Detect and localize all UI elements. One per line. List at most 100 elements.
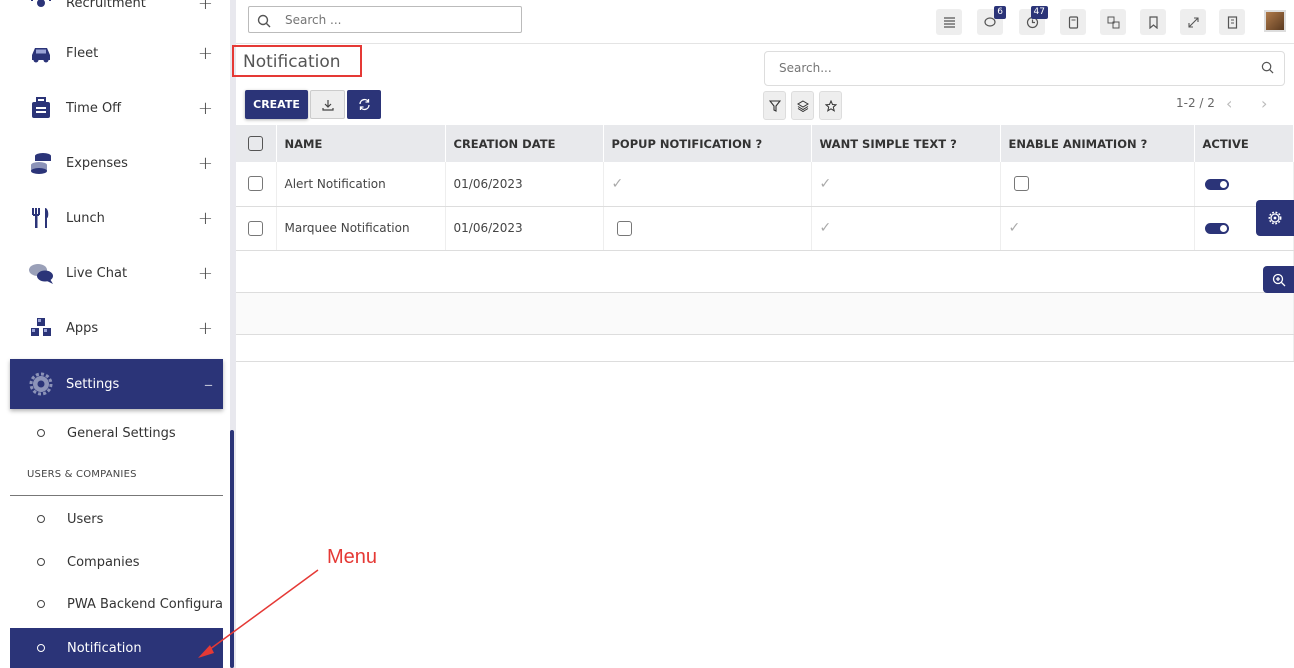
sidebar-item-label: Recruitment: [66, 0, 146, 11]
popup-checkbox[interactable]: [616, 220, 632, 236]
table-row[interactable]: Marquee Notification 01/06/2023 ✓ ✓: [236, 206, 1294, 251]
expand-icon[interactable]: +: [198, 318, 213, 339]
empty-row: [236, 292, 1294, 335]
sidebar-item-live-chat[interactable]: Live Chat +: [10, 248, 223, 298]
col-enable-animation[interactable]: ENABLE ANIMATION ?: [1000, 125, 1195, 162]
search-icon: [1261, 61, 1274, 74]
expand-icon[interactable]: +: [198, 208, 213, 229]
create-button[interactable]: CREATE: [245, 90, 308, 119]
checkmark-icon: ✓: [819, 175, 832, 192]
download-button[interactable]: [310, 90, 345, 119]
expand-icon[interactable]: +: [198, 0, 213, 14]
sidebar-item-fleet[interactable]: Fleet +: [10, 28, 223, 78]
bookmark-button[interactable]: [1140, 9, 1166, 35]
cell-popup: ✓: [603, 162, 812, 207]
filter-button[interactable]: [763, 91, 786, 120]
building-icon: [1227, 15, 1237, 29]
activity-badge: 47: [1030, 6, 1048, 19]
company-button[interactable]: [1219, 9, 1245, 35]
animation-checkbox[interactable]: [1013, 176, 1029, 192]
cell-name: Alert Notification: [276, 162, 446, 207]
sidebar-item-apps[interactable]: Apps +: [10, 303, 223, 353]
collapse-icon[interactable]: –: [204, 374, 213, 395]
briefcase-icon: [32, 97, 50, 118]
group-by-button[interactable]: [791, 91, 814, 120]
gear-icon: [29, 372, 53, 396]
active-toggle[interactable]: [1204, 223, 1229, 234]
sidebar-item-label: Time Off: [66, 100, 122, 116]
list-menu-button[interactable]: [936, 9, 962, 35]
row-checkbox[interactable]: [248, 176, 263, 192]
activity-button[interactable]: 47: [1019, 6, 1048, 35]
col-want-simple-text[interactable]: WANT SIMPLE TEXT ?: [811, 125, 1001, 162]
cutlery-icon: [32, 208, 49, 228]
expand-icon[interactable]: +: [198, 43, 213, 64]
sidebar-subitem-users[interactable]: Users: [10, 499, 223, 539]
sidebar-item-time-off[interactable]: Time Off +: [10, 83, 223, 133]
translate-button[interactable]: [1100, 9, 1126, 35]
bullet-icon: [37, 515, 45, 523]
pager-value: 1-2 / 2: [1176, 96, 1215, 110]
col-active[interactable]: ACTIVE: [1194, 125, 1294, 162]
sidebar-subitem-general-settings[interactable]: General Settings: [10, 413, 223, 453]
empty-row: [236, 334, 1294, 362]
expand-icon[interactable]: +: [198, 98, 213, 119]
global-search-input[interactable]: [285, 11, 505, 29]
sidebar-item-label: Live Chat: [66, 265, 128, 281]
sidebar-item-label: Apps: [66, 320, 99, 336]
favorites-button[interactable]: [819, 91, 842, 120]
expand-icon[interactable]: +: [198, 263, 213, 284]
annotation-arrow: [198, 569, 319, 658]
fullscreen-button[interactable]: [1180, 9, 1206, 35]
cell-name: Marquee Notification: [276, 206, 446, 251]
cell-animation: ✓: [1000, 206, 1195, 251]
list-table: NAME CREATION DATE POPUP NOTIFICATION ? …: [236, 125, 1294, 362]
sidebar-item-settings[interactable]: Settings –: [10, 359, 223, 409]
zoom-in-icon: [1272, 273, 1285, 286]
avatar[interactable]: [1264, 10, 1286, 32]
zoom-float-button[interactable]: [1263, 266, 1294, 293]
sidebar-item-expenses[interactable]: Expenses +: [10, 138, 223, 188]
gear-icon: [1268, 211, 1282, 225]
pager-prev-button[interactable]: ‹: [1226, 94, 1232, 113]
sidebar-item-label: Fleet: [66, 45, 99, 61]
bullet-icon: [37, 429, 45, 437]
select-all-checkbox[interactable]: [248, 136, 263, 151]
coins-icon: [31, 153, 51, 174]
expand-icon[interactable]: +: [198, 153, 213, 174]
sidebar-item-label: Settings: [66, 376, 120, 392]
table-header-row: NAME CREATION DATE POPUP NOTIFICATION ? …: [236, 125, 1294, 162]
active-toggle[interactable]: [1204, 178, 1229, 190]
global-search[interactable]: [248, 6, 522, 33]
checkmark-icon: ✓: [1008, 220, 1021, 236]
calculator-button[interactable]: [1060, 9, 1086, 35]
cell-date: 01/06/2023: [445, 206, 604, 251]
col-creation-date[interactable]: CREATION DATE: [445, 125, 604, 162]
bullet-icon: [37, 644, 45, 652]
refresh-icon: [358, 98, 370, 111]
sidebar-item-label: Lunch: [66, 210, 105, 226]
page-title: Notification: [243, 52, 341, 72]
sidebar-item-recruitment[interactable]: Recruitment +: [10, 0, 223, 28]
bullet-icon: [37, 600, 45, 608]
col-popup-notification[interactable]: POPUP NOTIFICATION ?: [603, 125, 812, 162]
cell-simple-text: ✓: [811, 162, 1001, 207]
sidebar-item-lunch[interactable]: Lunch +: [10, 193, 223, 243]
row-checkbox[interactable]: [248, 220, 263, 236]
table-row[interactable]: Alert Notification 01/06/2023 ✓ ✓: [236, 162, 1294, 207]
sidebar-item-label: Expenses: [66, 155, 128, 171]
list-icon: [943, 16, 955, 28]
view-search-input[interactable]: [779, 61, 1239, 75]
col-name[interactable]: NAME: [276, 125, 446, 162]
pager-next-button[interactable]: ›: [1261, 94, 1267, 113]
cell-simple-text: ✓: [811, 206, 1001, 251]
refresh-button[interactable]: [347, 90, 381, 119]
download-icon: [321, 99, 334, 111]
row-select-cell: [236, 206, 277, 251]
sidebar-subitem-label: General Settings: [67, 425, 176, 441]
expand-icon: [1187, 16, 1199, 28]
view-search[interactable]: [764, 51, 1285, 86]
bookmark-icon: [1148, 15, 1158, 29]
settings-float-button[interactable]: [1256, 200, 1294, 236]
chat-button[interactable]: 6: [977, 6, 1006, 35]
